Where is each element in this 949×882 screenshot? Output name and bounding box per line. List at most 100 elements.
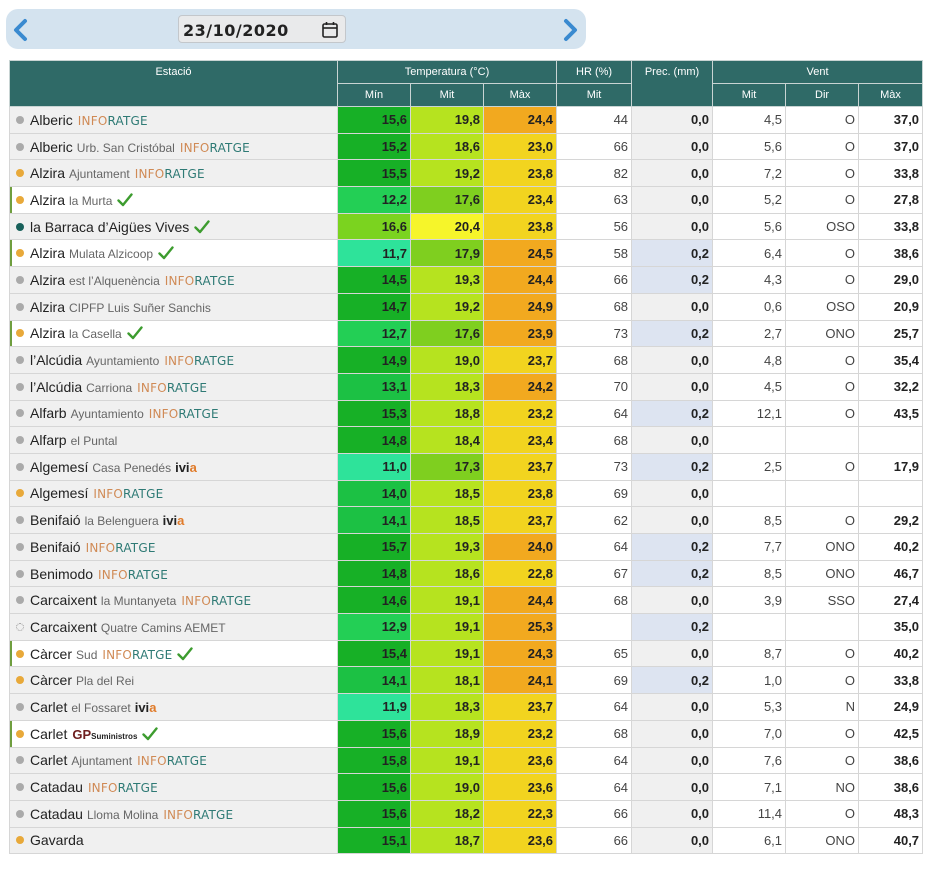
station-name[interactable]: Catadau: [30, 806, 83, 822]
station-cell[interactable]: Carcaixent la Muntanyeta INFORATGE: [9, 586, 338, 615]
date-input[interactable]: 23/10/2020: [178, 15, 346, 43]
station-name[interactable]: Alzira: [30, 299, 65, 315]
table-row[interactable]: Algemesí INFORATGE 14,0 18,5 23,8 69 0,0: [9, 479, 924, 508]
station-name[interactable]: Alfarb: [30, 405, 67, 421]
station-name[interactable]: Carlet: [30, 699, 67, 715]
column-header-humidity[interactable]: HR (%): [556, 60, 633, 84]
table-row[interactable]: l’Alcúdia Ayuntamiento INFORATGE 14,9 19,0 23…: [9, 346, 924, 374]
station-cell[interactable]: Catadau Lloma Molina INFORATGE: [9, 799, 338, 828]
table-row[interactable]: Alzira Mulata Alzicoop 11,7 17,9 24,5 58 0,2 6,…: [9, 239, 924, 268]
table-row[interactable]: Alfarb Ayuntamiento INFORATGE 15,3 18,8 23,2 6…: [9, 399, 924, 428]
table-row[interactable]: Alzira est l’Alquenència INFORATGE 14,5 19,3…: [9, 266, 924, 294]
station-name[interactable]: Catadau: [30, 779, 83, 795]
station-cell[interactable]: Càrcer Sud INFORATGE: [9, 639, 338, 668]
column-header-station[interactable]: Estació: [9, 60, 338, 107]
station-cell[interactable]: Algemesí INFORATGE: [9, 479, 338, 508]
station-cell[interactable]: Benimodo INFORATGE: [9, 559, 338, 588]
station-name[interactable]: Benimodo: [30, 566, 93, 582]
table-row[interactable]: Alberic INFORATGE 15,6 19,8 24,4 44 0,0 4,5 O 37,…: [9, 106, 924, 134]
table-row[interactable]: Càrcer Pla del Rei 14,1 18,1 24,1 69 0,2 1,0 O 33…: [9, 666, 924, 695]
station-cell[interactable]: Alberic INFORATGE: [9, 106, 338, 134]
column-header-wind[interactable]: Vent: [712, 60, 924, 84]
station-name[interactable]: Carcaixent: [30, 592, 97, 608]
station-cell[interactable]: Alfarb Ayuntamiento INFORATGE: [9, 399, 338, 428]
chevron-right-icon[interactable]: [559, 18, 581, 42]
table-row[interactable]: l’Alcúdia Carriona INFORATGE 13,1 18,3 24,2 70…: [9, 372, 924, 401]
table-row[interactable]: Alzira la Murta 12,2 17,6 23,4 63 0,0 5,2 O 27,8: [9, 186, 924, 214]
column-header-precipitation[interactable]: Prec. (mm): [631, 60, 714, 107]
station-name[interactable]: Algemesí: [30, 485, 88, 501]
station-cell[interactable]: Carlet Ajuntament INFORATGE: [9, 746, 338, 775]
station-name[interactable]: Càrcer: [30, 672, 72, 688]
station-cell[interactable]: l’Alcúdia Carriona INFORATGE: [9, 372, 338, 401]
station-name[interactable]: Gavarda: [30, 832, 84, 848]
table-row[interactable]: Alzira la Casella 12,7 17,6 23,9 73 0,2 2,7 ONO 2…: [9, 319, 924, 348]
station-name[interactable]: Algemesí: [30, 459, 88, 475]
chevron-left-icon[interactable]: [10, 18, 32, 42]
table-row[interactable]: Benimodo INFORATGE 14,8 18,6 22,8 67 0,2 8,5 ONO…: [9, 559, 924, 588]
station-name[interactable]: Càrcer: [30, 646, 72, 662]
table-row[interactable]: Carcaixent la Muntanyeta INFORATGE 14,6 19,1…: [9, 586, 924, 615]
table-row[interactable]: Carlet GPSuministros 15,6 18,9 23,2 68 0,0 7,0 O…: [9, 719, 924, 748]
station-cell[interactable]: Alfarp el Puntal: [9, 426, 338, 454]
table-row[interactable]: Catadau Lloma Molina INFORATGE 15,6 18,2 22,3…: [9, 799, 924, 828]
station-cell[interactable]: Alzira la Casella: [9, 319, 338, 348]
station-cell[interactable]: Alberic Urb. San Cristóbal INFORATGE: [9, 132, 338, 161]
table-row[interactable]: Benifaió la Belenguera ivia 14,1 18,5 23,7 62 0…: [9, 506, 924, 534]
table-row[interactable]: Càrcer Sud INFORATGE 15,4 19,1 24,3 65 0,0 8,7 O 4…: [9, 639, 924, 668]
station-name[interactable]: Alfarp: [30, 432, 67, 448]
station-name[interactable]: Alzira: [30, 272, 65, 288]
table-row[interactable]: Catadau INFORATGE 15,6 19,0 23,6 64 0,0 7,1 NO 38…: [9, 773, 924, 801]
station-cell[interactable]: la Barraca d’Aigües Vives: [9, 212, 338, 241]
table-row[interactable]: la Barraca d’Aigües Vives 16,6 20,4 23,8 56 0…: [9, 212, 924, 241]
station-cell[interactable]: l’Alcúdia Ayuntamiento INFORATGE: [9, 346, 338, 374]
table-row[interactable]: Alfarp el Puntal 14,8 18,4 23,4 68 0,0: [9, 426, 924, 454]
station-cell[interactable]: Alzira Mulata Alzicoop: [9, 239, 338, 268]
station-name[interactable]: Alzira: [30, 325, 65, 341]
station-cell[interactable]: Benifaió INFORATGE: [9, 533, 338, 561]
column-header-wind-mit[interactable]: Mit: [712, 83, 787, 107]
table-row[interactable]: Algemesí Casa Penedés ivia 11,0 17,3 23,7 73 0,…: [9, 452, 924, 481]
column-header-wind-dir[interactable]: Dir: [785, 83, 860, 107]
column-header-temp-max[interactable]: Màx: [482, 83, 558, 107]
station-name[interactable]: Alberic: [30, 112, 73, 128]
table-row[interactable]: Alzira Ajuntament INFORATGE 15,5 19,2 23,8 82 0…: [9, 159, 924, 188]
station-cell[interactable]: Carlet el Fossaret ivia: [9, 693, 338, 721]
station-name[interactable]: Carlet: [30, 752, 67, 768]
station-name[interactable]: l’Alcúdia: [30, 379, 82, 395]
station-cell[interactable]: Alzira Ajuntament INFORATGE: [9, 159, 338, 188]
station-cell[interactable]: Algemesí Casa Penedés ivia: [9, 452, 338, 481]
column-header-temp-min[interactable]: Mín: [337, 83, 411, 107]
station-cell[interactable]: Gavarda: [9, 826, 338, 855]
station-name[interactable]: Alzira: [30, 192, 65, 208]
station-name[interactable]: Alzira: [30, 165, 65, 181]
table-row[interactable]: Carcaixent Quatre Camins AEMET 12,9 19,1 25,…: [9, 613, 924, 641]
table-row[interactable]: Carlet el Fossaret ivia 11,9 18,3 23,7 64 0,0 5,…: [9, 693, 924, 721]
station-cell[interactable]: Catadau INFORATGE: [9, 773, 338, 801]
station-cell[interactable]: Alzira est l’Alquenència INFORATGE: [9, 266, 338, 294]
station-name[interactable]: l’Alcúdia: [30, 352, 82, 368]
table-row[interactable]: Alberic Urb. San Cristóbal INFORATGE 15,2 18…: [9, 132, 924, 161]
column-header-wind-max[interactable]: Màx: [858, 83, 924, 107]
station-cell[interactable]: Alzira CIPFP Luis Suñer Sanchis: [9, 292, 338, 321]
table-row[interactable]: Benifaió INFORATGE 15,7 19,3 24,0 64 0,2 7,7 ONO…: [9, 533, 924, 561]
station-name[interactable]: Benifaió: [30, 539, 81, 555]
station-name[interactable]: la Barraca d’Aigües Vives: [30, 219, 189, 235]
table-row[interactable]: Carlet Ajuntament INFORATGE 15,8 19,1 23,6 64 0…: [9, 746, 924, 775]
table-row[interactable]: Alzira CIPFP Luis Suñer Sanchis 14,7 19,2 24…: [9, 292, 924, 321]
column-header-temp-mit[interactable]: Mit: [410, 83, 484, 107]
station-cell[interactable]: Benifaió la Belenguera ivia: [9, 506, 338, 534]
station-name[interactable]: Carlet: [30, 726, 67, 742]
table-row[interactable]: Gavarda 15,1 18,7 23,6 66 0,0 6,1 ONO 40,7: [9, 826, 924, 855]
station-cell[interactable]: Càrcer Pla del Rei: [9, 666, 338, 695]
station-cell[interactable]: Carcaixent Quatre Camins AEMET: [9, 613, 338, 641]
station-cell[interactable]: Carlet GPSuministros: [9, 719, 338, 748]
column-header-temperature[interactable]: Temperatura (°C): [336, 60, 558, 84]
column-header-hr-mit[interactable]: Mit: [556, 83, 633, 107]
station-cell[interactable]: Alzira la Murta: [9, 186, 338, 214]
station-name[interactable]: Alzira: [30, 245, 65, 261]
station-name[interactable]: Carcaixent: [30, 619, 97, 635]
station-name[interactable]: Alberic: [30, 139, 73, 155]
calendar-icon[interactable]: [321, 21, 339, 39]
station-name[interactable]: Benifaió: [30, 512, 81, 528]
